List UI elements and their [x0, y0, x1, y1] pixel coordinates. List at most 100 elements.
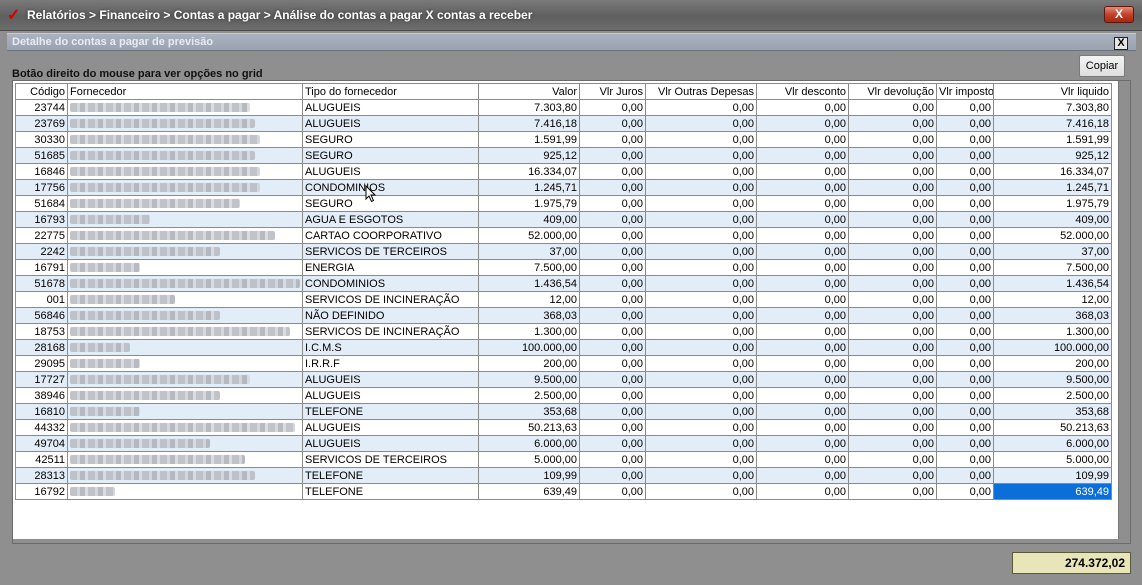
cell-desconto[interactable]: 0,00 [756, 227, 849, 244]
cell-devolucao[interactable]: 0,00 [848, 339, 937, 356]
cell-devolucao[interactable]: 0,00 [848, 99, 937, 116]
cell-juros[interactable]: 0,00 [579, 179, 646, 196]
cell-devolucao[interactable]: 0,00 [848, 211, 937, 228]
cell-tipo[interactable]: ALUGUEIS [302, 163, 479, 180]
cell-fornecedor[interactable] [67, 467, 303, 484]
cell-tipo[interactable]: ALUGUEIS [302, 371, 479, 388]
cell-desconto[interactable]: 0,00 [756, 467, 849, 484]
cell-tipo[interactable]: I.C.M.S [302, 339, 479, 356]
cell-imposto[interactable]: 0,00 [936, 115, 994, 132]
cell-imposto[interactable]: 0,00 [936, 387, 994, 404]
col-header-outras[interactable]: Vlr Outras Depesas [645, 83, 757, 100]
cell-liquido[interactable]: 368,03 [993, 307, 1112, 324]
cell-desconto[interactable]: 0,00 [756, 355, 849, 372]
cell-liquido[interactable]: 925,12 [993, 147, 1112, 164]
col-header-desconto[interactable]: Vlr desconto [756, 83, 849, 100]
cell-juros[interactable]: 0,00 [579, 323, 646, 340]
cell-liquido[interactable]: 37,00 [993, 243, 1112, 260]
table-row[interactable]: 51678 CONDOMINIOS 1.436,54 0,00 0,00 0,00 0,00… [15, 275, 1112, 292]
cell-juros[interactable]: 0,00 [579, 339, 646, 356]
cell-devolucao[interactable]: 0,00 [848, 243, 937, 260]
cell-tipo[interactable]: TELEFONE [302, 403, 479, 420]
cell-devolucao[interactable]: 0,00 [848, 371, 937, 388]
table-row[interactable]: 16793 AGUA E ESGOTOS 409,00 0,00 0,00 0,00 0,0… [15, 211, 1112, 228]
cell-devolucao[interactable]: 0,00 [848, 451, 937, 468]
cell-imposto[interactable]: 0,00 [936, 163, 994, 180]
cell-juros[interactable]: 0,00 [579, 483, 646, 500]
table-row[interactable]: 28168 I.C.M.S 100.000,00 0,00 0,00 0,00 0,00 0,… [15, 339, 1112, 356]
cell-desconto[interactable]: 0,00 [756, 275, 849, 292]
cell-valor[interactable]: 16.334,07 [478, 163, 580, 180]
cell-codigo[interactable]: 51685 [15, 147, 68, 164]
cell-devolucao[interactable]: 0,00 [848, 131, 937, 148]
cell-codigo[interactable]: 16791 [15, 259, 68, 276]
cell-imposto[interactable]: 0,00 [936, 371, 994, 388]
table-row[interactable]: 56846 NÃO DEFINIDO 368,03 0,00 0,00 0,00 0,00 0… [15, 307, 1112, 324]
table-row[interactable]: 51685 SEGURO 925,12 0,00 0,00 0,00 0,00 0,00 925… [15, 147, 1112, 164]
cell-outras[interactable]: 0,00 [645, 99, 757, 116]
cell-imposto[interactable]: 0,00 [936, 211, 994, 228]
cell-outras[interactable]: 0,00 [645, 163, 757, 180]
cell-valor[interactable]: 50.213,63 [478, 419, 580, 436]
cell-fornecedor[interactable] [67, 403, 303, 420]
table-row[interactable]: 49704 ALUGUEIS 6.000,00 0,00 0,00 0,00 0,00 0,0… [15, 435, 1112, 452]
cell-devolucao[interactable]: 0,00 [848, 483, 937, 500]
cell-imposto[interactable]: 0,00 [936, 451, 994, 468]
cell-devolucao[interactable]: 0,00 [848, 323, 937, 340]
cell-devolucao[interactable]: 0,00 [848, 419, 937, 436]
cell-devolucao[interactable]: 0,00 [848, 259, 937, 276]
cell-desconto[interactable]: 0,00 [756, 371, 849, 388]
cell-imposto[interactable]: 0,00 [936, 147, 994, 164]
table-row[interactable]: 30330 SEGURO 1.591,99 0,00 0,00 0,00 0,00 0,00 1… [15, 131, 1112, 148]
cell-tipo[interactable]: SERVICOS DE TERCEIROS [302, 451, 479, 468]
cell-liquido[interactable]: 1.436,54 [993, 275, 1112, 292]
cell-liquido[interactable]: 639,49 [993, 483, 1112, 500]
cell-juros[interactable]: 0,00 [579, 387, 646, 404]
cell-devolucao[interactable]: 0,00 [848, 195, 937, 212]
cell-liquido[interactable]: 7.303,80 [993, 99, 1112, 116]
table-row[interactable]: 16791 ENERGIA 7.500,00 0,00 0,00 0,00 0,00 0,00… [15, 259, 1112, 276]
cell-outras[interactable]: 0,00 [645, 211, 757, 228]
col-header-valor[interactable]: Valor [478, 83, 580, 100]
col-header-devolucao[interactable]: Vlr devolução [848, 83, 937, 100]
cell-outras[interactable]: 0,00 [645, 195, 757, 212]
cell-fornecedor[interactable] [67, 99, 303, 116]
cell-valor[interactable]: 1.436,54 [478, 275, 580, 292]
cell-codigo[interactable]: 16793 [15, 211, 68, 228]
window-close-button[interactable]: X [1104, 6, 1134, 23]
cell-desconto[interactable]: 0,00 [756, 131, 849, 148]
cell-imposto[interactable]: 0,00 [936, 259, 994, 276]
cell-outras[interactable]: 0,00 [645, 227, 757, 244]
cell-codigo[interactable]: 2242 [15, 243, 68, 260]
cell-valor[interactable]: 925,12 [478, 147, 580, 164]
col-header-imposto[interactable]: Vlr imposto [936, 83, 994, 100]
cell-codigo[interactable]: 23769 [15, 115, 68, 132]
cell-valor[interactable]: 353,68 [478, 403, 580, 420]
cell-codigo[interactable]: 49704 [15, 435, 68, 452]
cell-tipo[interactable]: ALUGUEIS [302, 115, 479, 132]
cell-devolucao[interactable]: 0,00 [848, 115, 937, 132]
cell-valor[interactable]: 1.245,71 [478, 179, 580, 196]
cell-desconto[interactable]: 0,00 [756, 291, 849, 308]
cell-liquido[interactable]: 16.334,07 [993, 163, 1112, 180]
table-row[interactable]: 44332 ALUGUEIS 50.213,63 0,00 0,00 0,00 0,00 0,… [15, 419, 1112, 436]
cell-valor[interactable]: 37,00 [478, 243, 580, 260]
cell-valor[interactable]: 409,00 [478, 211, 580, 228]
cell-desconto[interactable]: 0,00 [756, 483, 849, 500]
col-header-liquido[interactable]: Vlr liquido [993, 83, 1112, 100]
cell-liquido[interactable]: 6.000,00 [993, 435, 1112, 452]
cell-fornecedor[interactable] [67, 483, 303, 500]
cell-tipo[interactable]: ENERGIA [302, 259, 479, 276]
table-row[interactable]: 16792 TELEFONE 639,49 0,00 0,00 0,00 0,00 0,00 6… [15, 483, 1112, 500]
cell-juros[interactable]: 0,00 [579, 147, 646, 164]
cell-codigo[interactable]: 29095 [15, 355, 68, 372]
cell-tipo[interactable]: TELEFONE [302, 483, 479, 500]
cell-fornecedor[interactable] [67, 291, 303, 308]
cell-imposto[interactable]: 0,00 [936, 403, 994, 420]
cell-tipo[interactable]: CONDOMINIOS [302, 179, 479, 196]
cell-outras[interactable]: 0,00 [645, 371, 757, 388]
cell-liquido[interactable]: 353,68 [993, 403, 1112, 420]
cell-tipo[interactable]: ALUGUEIS [302, 387, 479, 404]
cell-devolucao[interactable]: 0,00 [848, 467, 937, 484]
cell-outras[interactable]: 0,00 [645, 403, 757, 420]
